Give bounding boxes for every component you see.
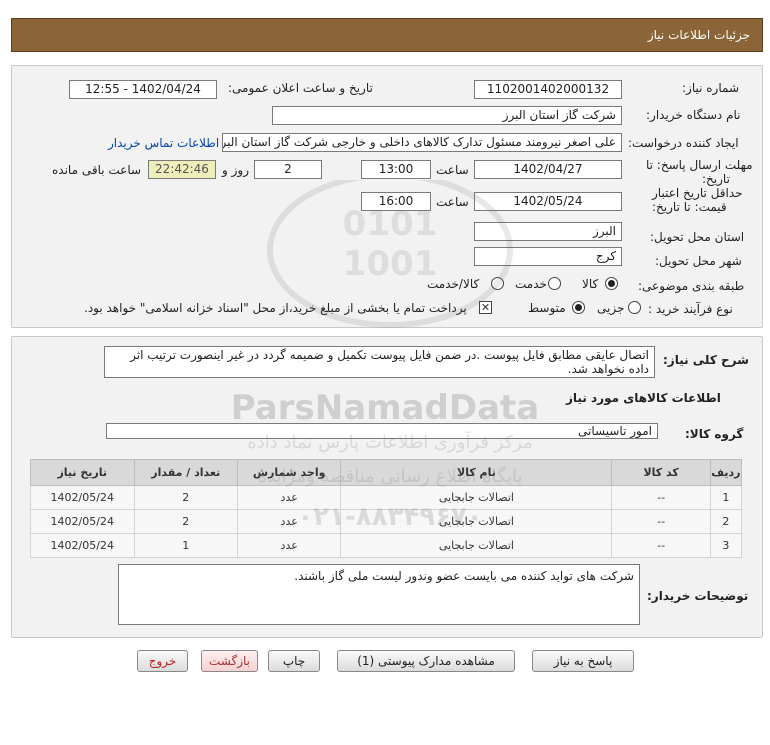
- table-row: 3 -- اتصالات جابجایی عدد 1 1402/05/24: [30, 533, 743, 558]
- requester-field: علی اصغر نیرومند مسئول تدارک کالاهای داخ…: [222, 133, 622, 152]
- city-field: کرج: [474, 247, 622, 266]
- cell-row: 3: [709, 533, 743, 558]
- col-header-quantity: تعداد / مقدار: [133, 459, 238, 486]
- col-header-unit: واحد شمارش: [236, 459, 342, 486]
- days-remaining-field: 2: [254, 160, 322, 179]
- buyer-contact-link[interactable]: اطلاعات تماس خریدار: [108, 136, 219, 150]
- deadline-time-field: 13:00: [361, 160, 431, 179]
- col-header-date: تاریخ نیاز: [30, 459, 135, 486]
- exit-button[interactable]: خروج: [137, 650, 188, 672]
- table-row: 2 -- اتصالات جابجایی عدد 2 1402/05/24: [30, 509, 743, 534]
- col-header-code: کد کالا: [611, 459, 711, 486]
- validity-label-2: قیمت: تا تاریخ:: [652, 200, 727, 214]
- back-button[interactable]: بازگشت: [201, 650, 258, 672]
- description-field: اتصال عایقی مطابق فایل پیوست .در ضمن فای…: [104, 346, 655, 378]
- view-attachments-button[interactable]: مشاهده مدارک پیوستی (1): [337, 650, 515, 672]
- buyer-org-label: نام دستگاه خریدار:: [646, 108, 741, 122]
- category-option-goods: کالا: [582, 277, 599, 291]
- announce-label: تاریخ و ساعت اعلان عمومی:: [228, 81, 373, 95]
- buyer-org-field: شرکت گاز استان البرز: [272, 106, 622, 125]
- city-label: شهر محل تحویل:: [655, 254, 742, 268]
- days-label: روز و: [222, 163, 249, 177]
- category-label: طبقه بندی موضوعی:: [638, 279, 745, 293]
- need-number-field: 1102001402000132: [474, 80, 622, 99]
- buyer-notes-label: توضیحات خریدار:: [647, 589, 749, 603]
- validity-time-label: ساعت: [436, 195, 469, 209]
- goods-group-label: گروه کالا:: [685, 427, 744, 441]
- category-radio-goods[interactable]: [605, 277, 618, 290]
- deadline-date-field: 1402/04/27: [474, 160, 622, 179]
- province-label: استان محل تحویل:: [650, 230, 745, 244]
- remaining-label: ساعت باقی مانده: [52, 163, 142, 177]
- cell-code: --: [611, 509, 711, 534]
- announce-datetime-field: 1402/04/24 - 12:55: [69, 80, 217, 99]
- cell-date: 1402/05/24: [30, 485, 135, 510]
- requester-label: ایجاد کننده درخواست:: [628, 136, 739, 150]
- category-option-service: خدمت: [515, 277, 547, 291]
- buyer-notes-field: شرکت های تواید کننده می بایست عضو وندور …: [118, 564, 640, 625]
- cell-code: --: [611, 485, 711, 510]
- reply-button[interactable]: پاسخ به نیاز: [532, 650, 634, 672]
- cell-date: 1402/05/24: [30, 533, 135, 558]
- cell-row: 1: [709, 485, 743, 510]
- cell-quantity: 2: [133, 509, 238, 534]
- cell-code: --: [611, 533, 711, 558]
- page-title-bar: جزئیات اطلاعات نیاز: [11, 18, 763, 52]
- treasury-checkbox[interactable]: ✕: [479, 301, 492, 314]
- cell-date: 1402/05/24: [30, 509, 135, 534]
- validity-time-field: 16:00: [361, 192, 431, 211]
- cell-unit: عدد: [236, 509, 342, 534]
- category-option-goods-service: کالا/خدمت: [427, 277, 480, 291]
- description-label: شرح کلی نیاز:: [663, 353, 749, 367]
- goods-group-field: امور تاسیساتی: [106, 423, 658, 439]
- validity-date-field: 1402/05/24: [474, 192, 622, 211]
- print-button[interactable]: چاپ: [268, 650, 320, 672]
- cell-unit: عدد: [236, 533, 342, 558]
- cell-name: اتصالات جابجایی: [340, 485, 613, 510]
- validity-label: حداقل تاریخ اعتبار: [652, 186, 743, 200]
- process-option-medium: متوسط: [528, 301, 566, 315]
- process-label: نوع فرآیند خرید :: [648, 302, 733, 316]
- deadline-label: مهلت ارسال پاسخ: تا: [646, 158, 753, 172]
- deadline-time-label: ساعت: [436, 163, 469, 177]
- goods-table: ردیف کد کالا نام کالا واحد شمارش تعداد /…: [30, 459, 743, 558]
- goods-info-title: اطلاعات کالاهای مورد نیاز: [566, 391, 721, 405]
- category-radio-service[interactable]: [548, 277, 561, 290]
- cell-quantity: 2: [133, 485, 238, 510]
- process-radio-medium[interactable]: [572, 301, 585, 314]
- category-radio-goods-service[interactable]: [491, 277, 504, 290]
- col-header-row: ردیف: [709, 459, 743, 486]
- cell-name: اتصالات جابجایی: [340, 509, 613, 534]
- process-option-minor: جزیی: [597, 301, 625, 315]
- remaining-time-clock: 22:42:46: [148, 160, 216, 179]
- cell-quantity: 1: [133, 533, 238, 558]
- page-title: جزئیات اطلاعات نیاز: [647, 28, 750, 42]
- province-field: البرز: [474, 222, 622, 241]
- cell-row: 2: [709, 509, 743, 534]
- need-number-label: شماره نیاز:: [682, 81, 739, 95]
- cell-name: اتصالات جابجایی: [340, 533, 613, 558]
- col-header-name: نام کالا: [340, 459, 613, 486]
- process-radio-minor[interactable]: [628, 301, 641, 314]
- deadline-label-2: تاریخ:: [702, 172, 730, 186]
- payment-note: پرداخت تمام یا بخشی از مبلغ خرید،از محل …: [84, 301, 467, 315]
- table-row: 1 -- اتصالات جابجایی عدد 2 1402/05/24: [30, 485, 743, 510]
- cell-unit: عدد: [236, 485, 342, 510]
